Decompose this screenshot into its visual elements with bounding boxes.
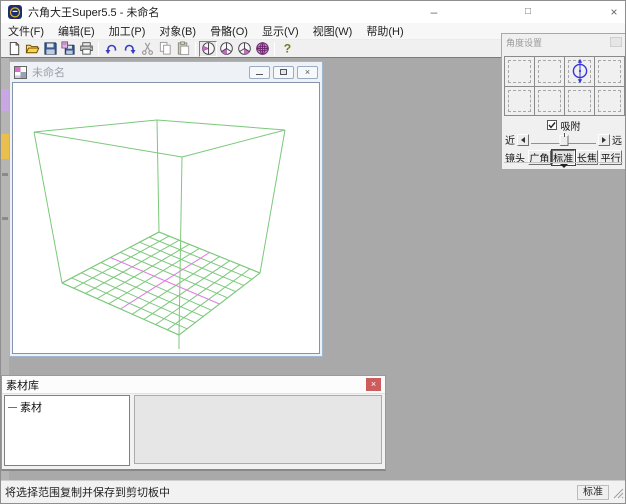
cut-icon — [138, 41, 156, 57]
view-mode-1-icon[interactable] — [199, 41, 217, 57]
window-title: 六角大王Super5.5 - 未命名 — [28, 4, 159, 20]
save-as-icon[interactable] — [59, 41, 77, 57]
paste-icon — [174, 41, 192, 57]
app-icon — [8, 5, 22, 19]
print-icon[interactable] — [77, 41, 95, 57]
viewport-title: 未命名 — [32, 64, 246, 80]
view-mode-4-icon[interactable] — [253, 41, 271, 57]
snap-checkbox[interactable] — [547, 120, 557, 130]
menu-help[interactable]: 帮助(H) — [359, 23, 410, 39]
snap-row: 吸附 — [502, 119, 625, 131]
redo-icon[interactable] — [120, 41, 138, 57]
palette-mark — [2, 217, 8, 220]
toolbar-separator — [274, 42, 275, 56]
view-angle-cell-6[interactable] — [535, 87, 564, 116]
chevron-down-icon — [560, 164, 568, 172]
minimize-icon[interactable]: – — [414, 1, 454, 23]
palette-purple-swatch[interactable] — [1, 89, 9, 111]
slider-track[interactable] — [531, 133, 596, 146]
view-angle-cell-8[interactable] — [595, 87, 624, 116]
mode-indicator: 标准 — [577, 485, 609, 500]
help-icon[interactable]: ? — [278, 41, 296, 57]
palette-mark — [2, 173, 8, 176]
angle-settings-panel: 角度设置 吸附 近 远 镜头 广角标准长焦平行 — [501, 33, 626, 170]
resize-grip[interactable] — [613, 488, 624, 502]
view-angle-cell-7[interactable] — [565, 87, 594, 116]
viewport-window: 未命名 × — [9, 61, 323, 357]
slider-thumb[interactable] — [559, 135, 568, 146]
viewport-canvas[interactable] — [12, 82, 320, 354]
minimize-icon[interactable] — [249, 66, 270, 79]
menu-display[interactable]: 显示(V) — [255, 23, 306, 39]
document-icon — [14, 66, 27, 79]
panel-close-icon[interactable] — [610, 37, 622, 47]
view-mode-2-icon[interactable] — [217, 41, 235, 57]
view-angle-cell-1[interactable] — [505, 57, 534, 86]
material-panel-title: 素材库 — [6, 377, 366, 393]
menu-file[interactable]: 文件(F) — [1, 23, 51, 39]
viewport-title-bar[interactable]: 未命名 × — [10, 62, 322, 82]
maximize-icon[interactable] — [273, 66, 294, 79]
menu-edit[interactable]: 编辑(E) — [51, 23, 102, 39]
application-window: 六角大王Super5.5 - 未命名 – □ × 文件(F)编辑(E)加工(P)… — [0, 0, 626, 504]
tree-item-label: 素材 — [20, 399, 42, 415]
wireframe-cube-scene — [13, 83, 319, 353]
material-tree[interactable]: 素材 — [4, 395, 130, 466]
tree-branch-icon — [8, 407, 17, 408]
material-library-panel: 素材库 × 素材 — [1, 375, 386, 471]
far-label: 远 — [612, 132, 622, 147]
menu-view[interactable]: 视图(W) — [306, 23, 360, 39]
maximize-icon[interactable]: □ — [508, 1, 548, 23]
view-angle-grid — [504, 56, 625, 116]
undo-icon[interactable] — [102, 41, 120, 57]
save-icon[interactable] — [41, 41, 59, 57]
slider-left-arrow-icon[interactable] — [517, 134, 529, 146]
toolbar-separator — [195, 42, 196, 56]
status-bar: 将选择范围复制并保存到剪切板中 标准 — [1, 480, 625, 503]
new-document-icon[interactable] — [5, 41, 23, 57]
panel-title: 角度设置 — [502, 34, 625, 47]
svg-text:?: ? — [283, 42, 290, 56]
panel-expand-handle[interactable] — [504, 162, 623, 168]
view-angle-cell-4[interactable] — [595, 57, 624, 86]
close-icon[interactable]: × — [297, 66, 318, 79]
open-file-icon[interactable] — [23, 41, 41, 57]
palette-yellow-swatch[interactable] — [1, 134, 9, 159]
menu-process[interactable]: 加工(P) — [102, 23, 153, 39]
title-bar: 六角大王Super5.5 - 未命名 – □ × — [1, 1, 625, 23]
material-panel-title-bar[interactable]: 素材库 × — [2, 376, 385, 394]
view-angle-cell-2[interactable] — [535, 57, 564, 86]
close-icon[interactable]: × — [594, 1, 626, 23]
tree-item-material[interactable]: 素材 — [7, 399, 127, 415]
status-message: 将选择范围复制并保存到剪切板中 — [5, 484, 577, 500]
material-panel-body: 素材 — [4, 395, 383, 466]
material-preview-pane[interactable] — [134, 395, 382, 464]
copy-icon — [156, 41, 174, 57]
slider-right-arrow-icon[interactable] — [598, 134, 610, 146]
distance-slider-row: 近 远 — [505, 133, 622, 146]
view-mode-3-icon[interactable] — [235, 41, 253, 57]
view-angle-cell-3[interactable] — [565, 57, 594, 86]
rotation-axis-icon — [569, 58, 591, 84]
snap-label: 吸附 — [561, 118, 581, 133]
near-label: 近 — [505, 132, 515, 147]
menu-bone[interactable]: 骨骼(O) — [203, 23, 255, 39]
menu-object[interactable]: 对象(B) — [152, 23, 203, 39]
toolbar-separator — [98, 42, 99, 56]
close-icon[interactable]: × — [366, 378, 381, 391]
view-angle-cell-5[interactable] — [505, 87, 534, 116]
